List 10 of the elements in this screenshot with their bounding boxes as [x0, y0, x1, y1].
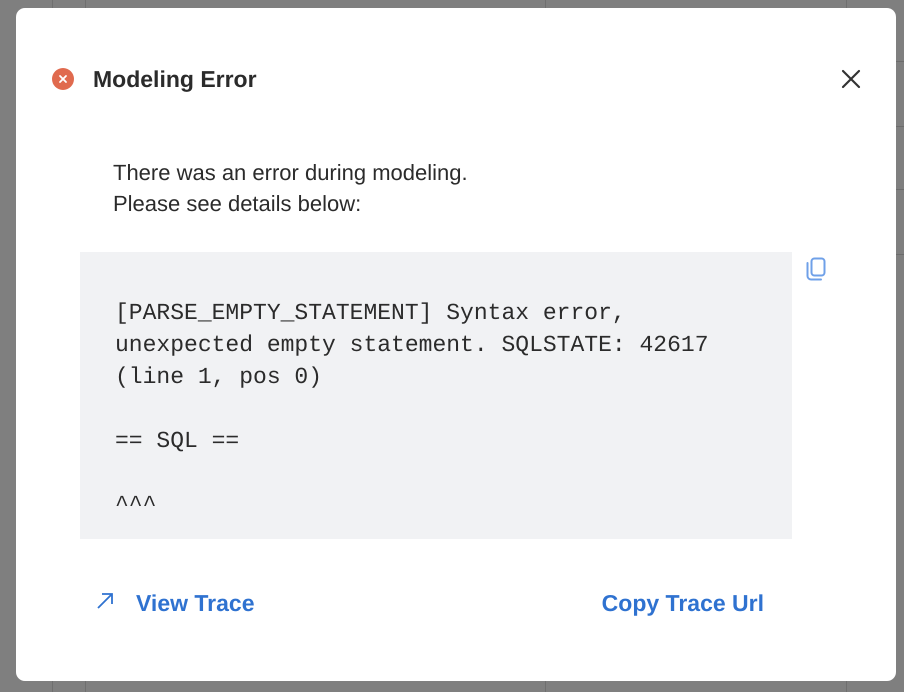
copy-url-link[interactable]: Copy Trace Url — [602, 590, 764, 617]
error-details: [PARSE_EMPTY_STATEMENT] Syntax error, unexpected empty statement. SQLSTATE: 42617 (line 1, pos 0) == SQL == ^^^ — [80, 252, 792, 539]
dialog-title: Modeling Error — [93, 66, 258, 92]
arrow-icon[interactable] — [96, 592, 114, 610]
view-trace-link[interactable]: View Trace — [96, 590, 254, 617]
error-icon — [52, 68, 74, 90]
copy-button[interactable] — [806, 257, 826, 281]
message-text: Please see details below: — [113, 190, 362, 218]
close-button[interactable] — [841, 69, 861, 89]
message-text: There was an error during modeling. — [113, 159, 469, 187]
